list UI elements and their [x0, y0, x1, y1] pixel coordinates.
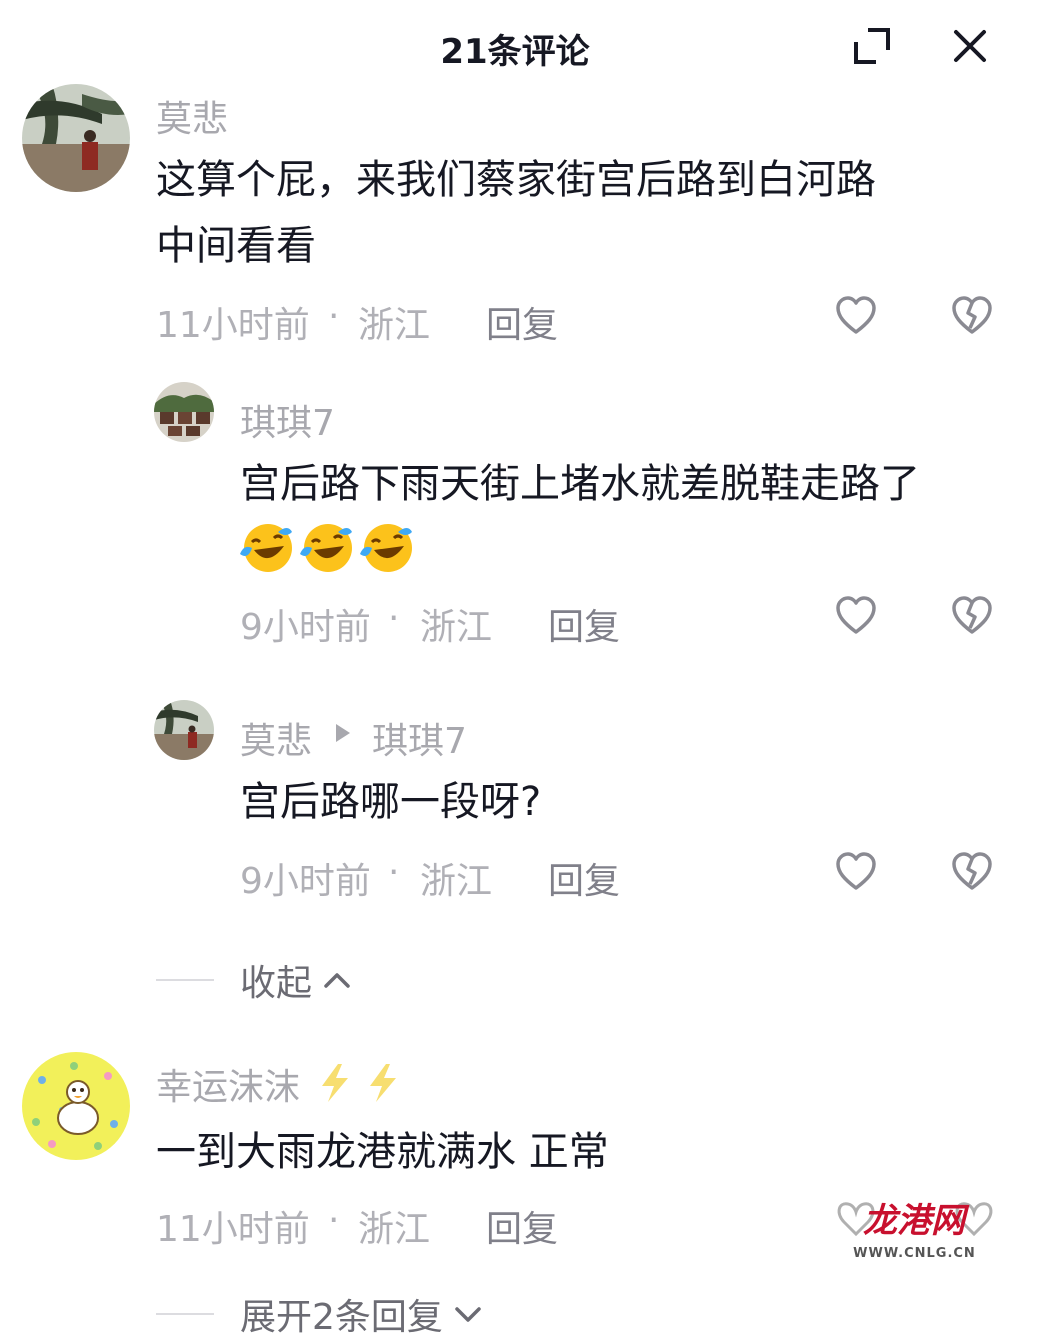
comment-location: 浙江 [358, 1209, 431, 1250]
dislike-broken-heart-icon[interactable] [950, 294, 994, 338]
tears-of-joy-emoji-icon [358, 520, 414, 576]
watermark-url: WWW.CNLG.CN [853, 1246, 976, 1261]
comment-text: 中间看看 [156, 223, 316, 269]
divider [156, 1313, 214, 1315]
reply-to-arrow-icon [334, 722, 352, 744]
collapse-replies-button[interactable]: 收起 [156, 954, 354, 1006]
like-heart-icon[interactable] [834, 294, 878, 338]
tears-of-joy-emoji-icon [238, 520, 294, 576]
like-heart-icon[interactable] [834, 850, 878, 894]
comment-username[interactable]: 幸运沫沫 [156, 1058, 300, 1110]
comment-location: 浙江 [358, 305, 431, 346]
expand-replies-label: 展开2条回复 [240, 1297, 443, 1337]
avatar[interactable] [22, 1052, 130, 1160]
reply-time: 9小时前 [240, 607, 371, 648]
tears-of-joy-emoji-icon [298, 520, 354, 576]
comment-username[interactable]: 莫悲 [156, 90, 228, 142]
reply-target-username[interactable]: 琪琪7 [372, 712, 467, 764]
comment-text: 这算个屁，来我们蔡家街宫后路到白河路 [156, 157, 876, 203]
avatar[interactable] [22, 84, 130, 192]
comment-time: 11小时前 [156, 305, 310, 346]
expand-replies-button[interactable]: 展开2条回复 [156, 1288, 485, 1337]
reply-emoji-row [238, 514, 418, 578]
reply-location: 浙江 [420, 607, 493, 648]
comment-text: 一到大雨龙港就满水 正常 [156, 1129, 609, 1175]
like-heart-icon[interactable] [834, 594, 878, 638]
meta-dot: · [388, 852, 400, 893]
dislike-broken-heart-icon[interactable] [950, 594, 994, 638]
chevron-down-icon [455, 1307, 481, 1322]
meta-dot: · [328, 296, 340, 337]
expand-icon[interactable] [852, 26, 892, 66]
reply-text: 宫后路哪一段呀? [240, 779, 542, 825]
collapse-label: 收起 [240, 963, 313, 1004]
lightning-bolt-icon [364, 1062, 402, 1104]
lightning-bolt-icon [316, 1062, 354, 1104]
reply-text: 宫后路下雨天街上堵水就差脱鞋走路了 [240, 461, 920, 507]
divider [156, 979, 214, 981]
reply-button[interactable]: 回复 [486, 1200, 558, 1252]
reply-button[interactable]: 回复 [486, 296, 558, 348]
avatar[interactable] [154, 382, 214, 442]
comments-header: 21条评论 [0, 0, 1053, 95]
reply-username[interactable]: 莫悲 [240, 712, 312, 764]
chevron-up-icon [324, 973, 350, 988]
dislike-broken-heart-icon[interactable] [950, 850, 994, 894]
reply-button[interactable]: 回复 [548, 598, 620, 650]
avatar[interactable] [154, 700, 214, 760]
site-watermark-logo: 龙港网 WWW.CNLG.CN [832, 1192, 997, 1264]
comment-time: 11小时前 [156, 1209, 310, 1250]
reply-location: 浙江 [420, 861, 493, 902]
meta-dot: · [388, 598, 400, 639]
close-icon[interactable] [950, 26, 990, 66]
reply-button[interactable]: 回复 [548, 852, 620, 904]
reply-username[interactable]: 琪琪7 [240, 394, 335, 446]
meta-dot: · [328, 1200, 340, 1241]
reply-time: 9小时前 [240, 861, 371, 902]
watermark-logo-text: 龙港网 [863, 1201, 970, 1241]
